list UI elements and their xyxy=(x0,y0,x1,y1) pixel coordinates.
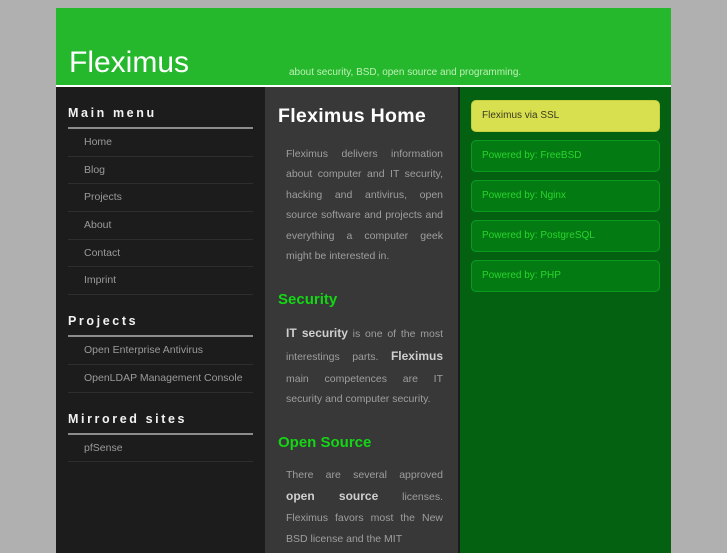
emphasis-open-source: open source xyxy=(286,489,379,503)
sidebar-list-projects: Open Enterprise Antivirus OpenLDAP Manag… xyxy=(68,337,253,393)
site-tagline: about security, BSD, open source and pro… xyxy=(289,67,522,78)
section-text: main competences are IT security and com… xyxy=(286,372,443,406)
sidebar-heading-mirrored-sites: Mirrored sites xyxy=(68,393,253,435)
main-content: Fleximus Home Fleximus delivers informat… xyxy=(265,87,458,553)
list-item: Open Enterprise Antivirus xyxy=(68,337,253,365)
list-item: Contact xyxy=(68,240,253,268)
sidebar-item-open-enterprise-antivirus[interactable]: Open Enterprise Antivirus xyxy=(68,337,253,364)
sidebar-item-openldap-management-console[interactable]: OpenLDAP Management Console xyxy=(68,365,253,392)
page-title: Fleximus Home xyxy=(278,105,427,127)
badge-powered-by-freebsd[interactable]: Powered by: FreeBSD xyxy=(471,140,660,172)
sidebar-block-main-menu: Main menu Home Blog Projects About Conta… xyxy=(56,87,265,296)
site-header: Fleximus about security, BSD, open sourc… xyxy=(56,8,671,87)
sidebar-list-mirrored-sites: pfSense xyxy=(68,435,253,463)
list-item: OpenLDAP Management Console xyxy=(68,365,253,393)
left-sidebar: Main menu Home Blog Projects About Conta… xyxy=(56,87,265,553)
sidebar-item-contact[interactable]: Contact xyxy=(68,240,253,267)
section-paragraph-security: IT security is one of the most interesti… xyxy=(278,322,445,410)
sidebar-list-main-menu: Home Blog Projects About Contact Imprint xyxy=(68,129,253,296)
list-item: About xyxy=(68,212,253,240)
sidebar-item-home[interactable]: Home xyxy=(68,129,253,156)
sidebar-item-blog[interactable]: Blog xyxy=(68,157,253,184)
list-item: Projects xyxy=(68,184,253,213)
section-paragraph-open-source: There are several approved open source l… xyxy=(278,465,445,550)
sidebar-item-imprint[interactable]: Imprint xyxy=(68,267,253,294)
list-item: Blog xyxy=(68,157,253,185)
badge-fleximus-via-ssl[interactable]: Fleximus via SSL xyxy=(471,100,660,132)
emphasis-fleximus: Fleximus xyxy=(390,349,443,364)
content-columns: Main menu Home Blog Projects About Conta… xyxy=(56,87,671,553)
sidebar-item-projects[interactable]: Projects xyxy=(68,184,253,211)
emphasis-it-security: IT security xyxy=(286,325,348,340)
badge-powered-by-php[interactable]: Powered by: PHP xyxy=(471,260,660,292)
site-title: Fleximus xyxy=(69,46,190,79)
site-container: Fleximus about security, BSD, open sourc… xyxy=(56,8,671,553)
sidebar-heading-main-menu: Main menu xyxy=(68,87,253,129)
sidebar-item-about[interactable]: About xyxy=(68,212,253,239)
right-sidebar: Fleximus via SSL Powered by: FreeBSD Pow… xyxy=(460,87,671,553)
list-item: pfSense xyxy=(68,435,253,463)
section-heading-security: Security xyxy=(278,290,338,308)
intro-paragraph: Fleximus delivers information about comp… xyxy=(286,148,443,263)
sidebar-heading-projects: Projects xyxy=(68,295,253,338)
badge-powered-by-nginx[interactable]: Powered by: Nginx xyxy=(471,180,660,212)
sidebar-item-pfsense[interactable]: pfSense xyxy=(68,435,253,462)
list-item: Imprint xyxy=(68,267,253,296)
sidebar-block-mirrored-sites: Mirrored sites pfSense xyxy=(56,393,265,463)
section-heading-open-source: Open Source xyxy=(278,433,372,451)
list-item: Home xyxy=(68,129,253,157)
section-text: There are several approved xyxy=(286,468,443,481)
badge-powered-by-postgresql[interactable]: Powered by: PostgreSQL xyxy=(471,220,660,252)
sidebar-block-projects: Projects Open Enterprise Antivirus OpenL… xyxy=(56,295,265,393)
